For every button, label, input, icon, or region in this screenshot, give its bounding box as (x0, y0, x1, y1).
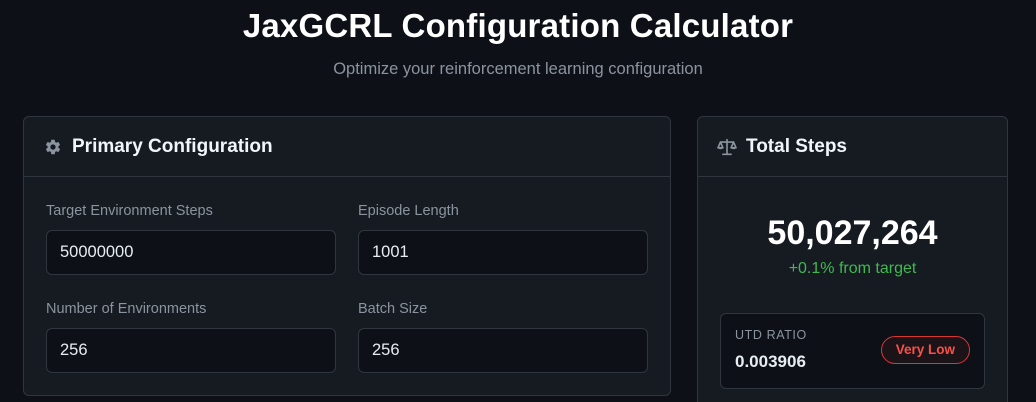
page-subtitle: Optimize your reinforcement learning con… (333, 60, 703, 78)
num-envs-label: Number of Environments (46, 301, 207, 317)
num-envs-field-group: Number of Environments (46, 299, 336, 373)
total-steps-header: Total Steps (698, 117, 1007, 177)
batch-size-label: Batch Size (358, 301, 428, 317)
utd-ratio-panel: UTD RATIO 0.003906 Very Low (720, 313, 985, 389)
num-envs-input[interactable] (46, 328, 336, 373)
episode-length-field-group: Episode Length (358, 201, 648, 275)
primary-configuration-card: Primary Configuration Target Environment… (23, 116, 671, 396)
episode-length-input[interactable] (358, 230, 648, 275)
episode-length-label: Episode Length (358, 203, 459, 219)
total-steps-title: Total Steps (746, 135, 847, 157)
gear-icon (43, 137, 63, 157)
total-steps-value: 50,027,264 (767, 214, 938, 252)
batch-size-field-group: Batch Size (358, 299, 648, 373)
scale-icon (717, 137, 737, 157)
utd-ratio-label: UTD RATIO (735, 328, 807, 342)
primary-configuration-header: Primary Configuration (24, 117, 670, 177)
target-steps-input[interactable] (46, 230, 336, 275)
total-steps-card: Total Steps 50,027,264 +0.1% from target… (697, 116, 1008, 402)
target-delta-text: +0.1% from target (788, 260, 917, 277)
target-steps-label: Target Environment Steps (46, 203, 213, 219)
primary-configuration-title: Primary Configuration (72, 135, 273, 157)
batch-size-input[interactable] (358, 328, 648, 373)
utd-ratio-value: 0.003906 (735, 352, 806, 371)
target-steps-field-group: Target Environment Steps (46, 201, 336, 275)
page-title: JaxGCRL Configuration Calculator (242, 7, 794, 44)
calculator-page: JaxGCRL Configuration Calculator Optimiz… (0, 0, 1036, 402)
utd-status-badge: Very Low (880, 336, 970, 364)
